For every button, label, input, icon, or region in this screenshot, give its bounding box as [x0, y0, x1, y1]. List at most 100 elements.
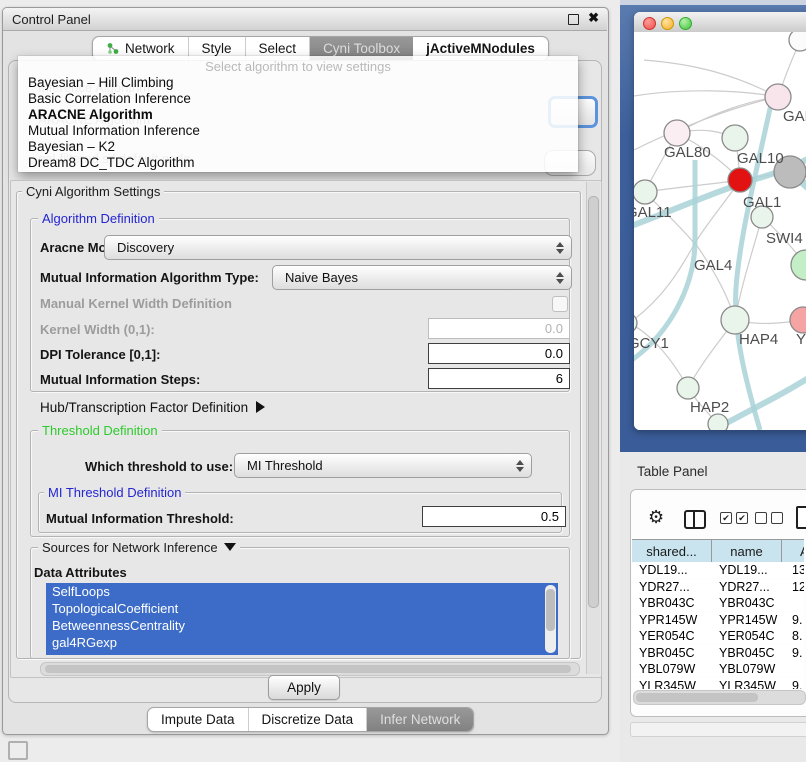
hub-definition-toggle[interactable]: Hub/Transcription Factor Definition — [40, 400, 265, 415]
table-cell[interactable]: YDL19... — [719, 562, 788, 578]
network-window-titlebar[interactable] — [634, 12, 806, 33]
network-node[interactable] — [728, 168, 752, 192]
float-window-icon[interactable] — [568, 14, 579, 25]
network-node[interactable] — [790, 307, 806, 333]
network-canvas[interactable]: GALGAL80GAL10GAL1GAL11SWI4GAL4GCY1HAP4YH… — [634, 32, 806, 430]
tab-discretize-data[interactable]: Discretize Data — [249, 708, 368, 731]
new-document-icon[interactable] — [796, 506, 806, 529]
network-node[interactable] — [722, 125, 748, 151]
attribute-item-gal4rgexp[interactable]: gal4RGexp — [46, 634, 558, 651]
control-panel-titlebar[interactable]: Control Panel ✖ — [3, 8, 607, 31]
split-columns-icon[interactable] — [684, 510, 706, 529]
network-node[interactable] — [677, 377, 699, 399]
dpi-tolerance-input[interactable] — [428, 343, 570, 364]
table-cell[interactable]: YER054C — [639, 628, 718, 644]
network-node[interactable] — [789, 32, 806, 51]
table-hscroll-thumb[interactable] — [636, 693, 758, 702]
algorithm-option-basic-correlation-inference[interactable]: Basic Correlation Inference — [18, 91, 578, 107]
table-cell[interactable]: YLR345W — [639, 678, 718, 690]
edge[interactable] — [634, 91, 778, 97]
table-cell[interactable]: YPR145W — [639, 612, 718, 628]
edge[interactable] — [634, 97, 778, 150]
table-row[interactable]: YDL19...YDL19...13 — [632, 562, 804, 578]
column-header-a[interactable]: A — [782, 539, 804, 563]
table-cell[interactable]: YPR145W — [719, 612, 788, 628]
unchecked-checkbox-icon[interactable] — [771, 512, 783, 524]
unchecked-checkbox-icon[interactable] — [755, 512, 767, 524]
mi-steps-input[interactable] — [428, 368, 570, 389]
manual-kernel-width-checkbox[interactable] — [552, 296, 568, 312]
table-row[interactable]: YDR27...YDR27...12 — [632, 579, 804, 595]
table-cell[interactable]: 9. — [792, 645, 804, 661]
settings-vertical-scrollbar[interactable] — [586, 182, 600, 674]
table-row[interactable]: YBR043CYBR043C — [632, 595, 804, 611]
network-node[interactable] — [721, 306, 749, 334]
column-header-name[interactable]: name — [712, 539, 782, 563]
data-attributes-list[interactable]: SelfLoopsTopologicalCoefficientBetweenne… — [46, 583, 558, 655]
algorithm-option-mutual-information-inference[interactable]: Mutual Information Inference — [18, 123, 578, 139]
mi-threshold-input[interactable] — [422, 506, 566, 527]
table-cell[interactable]: YBR043C — [719, 595, 788, 611]
table-cell[interactable]: YLR345W — [719, 678, 788, 690]
table-cell[interactable] — [792, 661, 804, 677]
network-node[interactable] — [708, 414, 728, 430]
sources-group-title[interactable]: Sources for Network Inference — [38, 540, 240, 555]
attribute-item-topologicalcoefficient[interactable]: TopologicalCoefficient — [46, 600, 558, 617]
table-cell[interactable]: YBL079W — [719, 661, 788, 677]
table-cell[interactable]: YDL19... — [639, 562, 718, 578]
table-cell[interactable]: 9. — [792, 612, 804, 628]
algorithm-option-bayesian-hill-climbing[interactable]: Bayesian – Hill Climbing — [18, 75, 578, 91]
attributes-scroll-thumb[interactable] — [546, 589, 555, 631]
column-header-shared[interactable]: shared... — [632, 539, 712, 563]
table-horizontal-scrollbar[interactable] — [633, 690, 806, 705]
algorithm-definition-title: Algorithm Definition — [38, 211, 159, 226]
table-cell[interactable]: 12 — [792, 579, 804, 595]
table-cell[interactable]: 9. — [792, 678, 804, 690]
settings-vscroll-thumb[interactable] — [588, 196, 599, 608]
checked-checkbox-icon[interactable]: ✔ — [720, 512, 732, 524]
network-node[interactable] — [634, 180, 657, 204]
table-cell[interactable]: YBR043C — [639, 595, 718, 611]
table-row[interactable]: YPR145WYPR145W9. — [632, 612, 804, 628]
network-node[interactable] — [664, 120, 690, 146]
network-node[interactable] — [634, 313, 637, 333]
table-row[interactable]: YBR045CYBR045C9. — [632, 645, 804, 661]
attribute-item-betweennesscentrality[interactable]: BetweennessCentrality — [46, 617, 558, 634]
tab-impute-data[interactable]: Impute Data — [148, 708, 249, 731]
algorithm-option-aracne-algorithm[interactable]: ARACNE Algorithm — [18, 107, 578, 123]
attributes-scrollbar[interactable] — [545, 585, 556, 653]
network-node[interactable] — [765, 84, 791, 110]
table-row[interactable]: YER054CYER054C8. — [632, 628, 804, 644]
checked-checkbox-icon[interactable]: ✔ — [736, 512, 748, 524]
table-cell[interactable]: YER054C — [719, 628, 788, 644]
algorithm-option-dream8-dc-tdc-algorithm[interactable]: Dream8 DC_TDC Algorithm — [18, 155, 578, 171]
zoom-traffic-light-icon[interactable] — [679, 17, 692, 30]
kernel-width-input[interactable] — [428, 318, 570, 339]
collapsed-panel-icon[interactable] — [8, 741, 28, 760]
tab-infer-network[interactable]: Infer Network — [367, 708, 473, 731]
close-icon[interactable]: ✖ — [588, 10, 599, 26]
network-node[interactable] — [791, 250, 806, 280]
table-cell[interactable] — [792, 595, 804, 611]
algorithm-option-bayesian-k2[interactable]: Bayesian – K2 — [18, 139, 578, 155]
table-row[interactable]: YLR345WYLR345W 9. — [632, 678, 804, 690]
minimize-traffic-light-icon[interactable] — [661, 17, 674, 30]
apply-button[interactable]: Apply — [268, 675, 340, 700]
table-cell[interactable]: YBR045C — [639, 645, 718, 661]
aracne-mode-combo[interactable]: Discovery — [104, 235, 572, 260]
which-threshold-combo[interactable]: MI Threshold — [234, 453, 532, 478]
table-cell[interactable]: YBL079W — [639, 661, 718, 677]
close-traffic-light-icon[interactable] — [643, 17, 656, 30]
node-attribute-table[interactable]: shared... name A YDL19...YDL19...13YDR27… — [632, 539, 804, 689]
table-settings-gear-icon[interactable]: ⚙ — [648, 508, 664, 526]
settings-hscroll-thumb[interactable] — [45, 665, 571, 673]
table-cell[interactable]: YDR27... — [719, 579, 788, 595]
table-row[interactable]: YBL079WYBL079W — [632, 661, 804, 677]
table-cell[interactable]: YDR27... — [639, 579, 718, 595]
attribute-item-selfloops[interactable]: SelfLoops — [46, 583, 558, 600]
mi-algorithm-type-combo[interactable]: Naive Bayes — [272, 265, 572, 290]
table-cell[interactable]: 8. — [792, 628, 804, 644]
table-cell[interactable]: 13 — [792, 562, 804, 578]
settings-horizontal-scrollbar[interactable] — [40, 662, 580, 676]
table-cell[interactable]: YBR045C — [719, 645, 788, 661]
